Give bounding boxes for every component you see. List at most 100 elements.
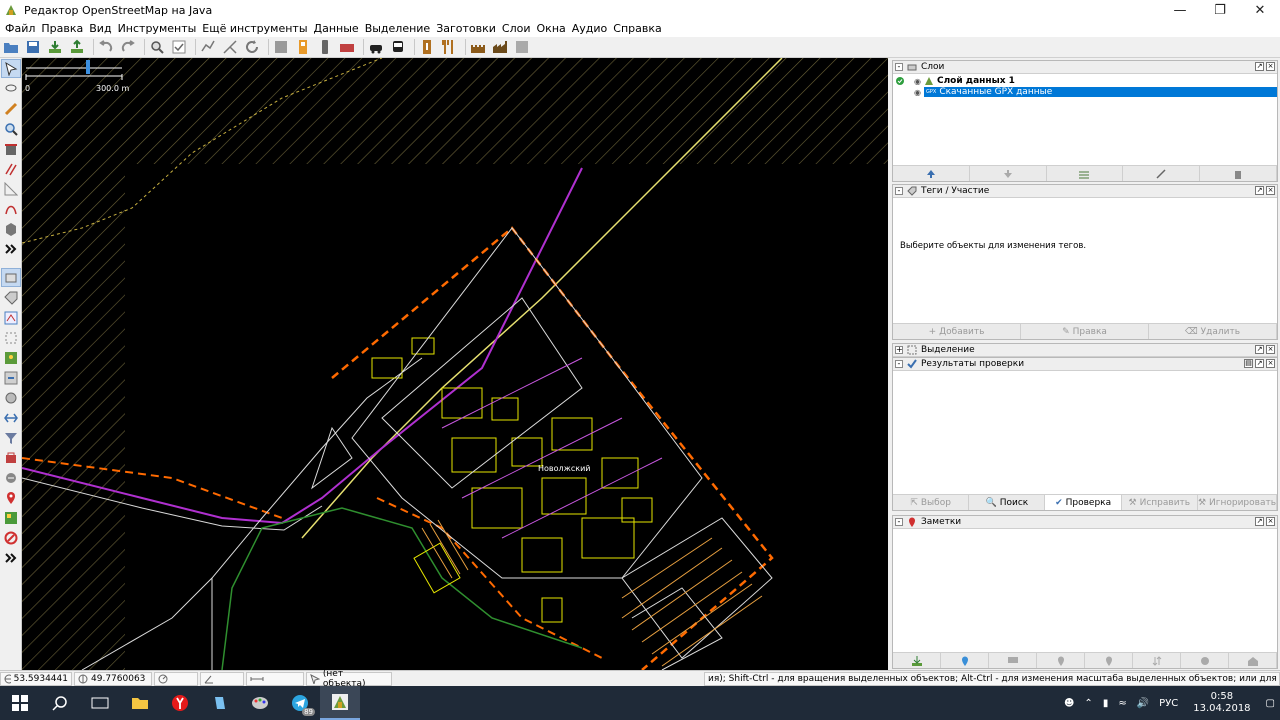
detach-button[interactable]: ↗	[1255, 186, 1264, 195]
sort-notes-button[interactable]	[1133, 653, 1181, 668]
expand-toggle[interactable]: +	[895, 346, 903, 354]
search-taskbar-button[interactable]	[40, 686, 80, 720]
new-note-button[interactable]	[941, 653, 989, 668]
validate-button[interactable]: ✔ Проверка	[1045, 495, 1122, 510]
more-tools-icon[interactable]	[1, 239, 21, 258]
lasso-mode-icon[interactable]	[1, 79, 21, 98]
close-panel-button[interactable]: ×	[1266, 359, 1275, 368]
merge-layers-button[interactable]	[1047, 166, 1124, 181]
preset-food-icon[interactable]	[440, 38, 458, 56]
layer-settings-button[interactable]	[1123, 166, 1201, 181]
close-button[interactable]: ✕	[1240, 0, 1280, 20]
save-icon[interactable]	[24, 38, 42, 56]
toggle-history-icon[interactable]	[1, 408, 21, 427]
start-button[interactable]	[0, 686, 40, 720]
delete-layer-button[interactable]	[1200, 166, 1277, 181]
search-icon[interactable]	[148, 38, 166, 56]
notifications-icon[interactable]: ▢	[1266, 698, 1275, 709]
measure-icon[interactable]	[1, 179, 21, 198]
tray-chevron-icon[interactable]: ⌃	[1084, 698, 1092, 709]
close-panel-button[interactable]: ×	[1266, 345, 1275, 354]
detach-button[interactable]: ↗	[1255, 345, 1264, 354]
settings-button[interactable]: ▤	[1244, 359, 1253, 368]
delete-mode-icon[interactable]	[1, 139, 21, 158]
telegram-taskbar-button[interactable]: 89	[280, 686, 320, 720]
undo-icon[interactable]	[97, 38, 115, 56]
split-way-icon[interactable]	[221, 38, 239, 56]
language-indicator[interactable]: РУС	[1159, 698, 1178, 709]
close-note-button[interactable]	[1037, 653, 1085, 668]
toggle-tags-icon[interactable]	[1, 288, 21, 307]
minimize-button[interactable]: —	[1160, 0, 1200, 20]
menu-edit[interactable]: Правка	[38, 22, 86, 35]
collapse-toggle[interactable]: -	[895, 360, 903, 368]
toggle-commands-icon[interactable]	[1, 368, 21, 387]
toggle-conflict-icon[interactable]	[1, 388, 21, 407]
toggle-notes-icon[interactable]	[1, 488, 21, 507]
simplify-way-icon[interactable]	[199, 38, 217, 56]
toggle-imagery-icon[interactable]	[1, 508, 21, 527]
explorer-taskbar-button[interactable]	[120, 686, 160, 720]
reopen-note-button[interactable]	[1085, 653, 1133, 668]
close-panel-button[interactable]: ×	[1266, 517, 1275, 526]
detach-button[interactable]: ↗	[1255, 517, 1264, 526]
collapse-toggle[interactable]: -	[895, 63, 903, 71]
select-button[interactable]: ⇱ Выбор	[893, 495, 970, 510]
menu-data[interactable]: Данные	[311, 22, 362, 35]
paint-taskbar-button[interactable]	[240, 686, 280, 720]
delete-tag-button[interactable]: ⌫ Удалить	[1149, 324, 1277, 339]
open-file-icon[interactable]	[2, 38, 20, 56]
detach-button[interactable]: ↗	[1255, 62, 1264, 71]
extrude-icon[interactable]	[1, 219, 21, 238]
layer-row-gpx[interactable]: ◉ GPX Скачанные GPX данные	[893, 87, 1277, 97]
upload-icon[interactable]	[68, 38, 86, 56]
ignore-button[interactable]: ⚒ Игнорировать	[1198, 495, 1278, 510]
map-canvas[interactable]	[22, 58, 888, 670]
preset-industrial-icon[interactable]	[491, 38, 509, 56]
menu-windows[interactable]: Окна	[534, 22, 569, 35]
refresh-icon[interactable]	[243, 38, 261, 56]
toggle-minimap-icon[interactable]	[1, 468, 21, 487]
move-up-button[interactable]	[893, 166, 970, 181]
volume-icon[interactable]: 🔊	[1137, 698, 1149, 709]
preset-door-icon[interactable]	[294, 38, 312, 56]
parallel-mode-icon[interactable]	[1, 159, 21, 178]
close-panel-button[interactable]: ×	[1266, 62, 1275, 71]
toggle-mapillary-icon[interactable]	[1, 528, 21, 547]
zoom-mode-icon[interactable]	[1, 119, 21, 138]
notepad-taskbar-button[interactable]	[200, 686, 240, 720]
download-notes-button[interactable]	[893, 653, 941, 668]
preset-wall-icon[interactable]	[338, 38, 356, 56]
preset-info-icon[interactable]	[418, 38, 436, 56]
layer-row-data[interactable]: ◉ Слой данных 1	[893, 76, 1277, 86]
preset-building-icon[interactable]	[272, 38, 290, 56]
close-panel-button[interactable]: ×	[1266, 186, 1275, 195]
task-view-button[interactable]	[80, 686, 120, 720]
edit-tag-button[interactable]: ✎ Правка	[1021, 324, 1149, 339]
lookup-button[interactable]: 🔍 Поиск	[969, 495, 1046, 510]
preset-phone-icon[interactable]	[316, 38, 334, 56]
selection-dialog-header[interactable]: + Выделение ↗ ×	[893, 344, 1277, 357]
preset-castle-icon[interactable]	[469, 38, 487, 56]
menu-tools[interactable]: Инструменты	[115, 22, 200, 35]
toggle-changesets-icon[interactable]	[1, 448, 21, 467]
download-icon[interactable]	[46, 38, 64, 56]
collapse-toggle[interactable]: -	[895, 518, 903, 526]
preset-misc-icon[interactable]	[513, 38, 531, 56]
menu-audio[interactable]: Аудио	[569, 22, 611, 35]
toggle-layers-icon[interactable]	[1, 268, 21, 287]
toggle-relations-icon[interactable]	[1, 308, 21, 327]
menu-presets[interactable]: Заготовки	[433, 22, 499, 35]
fix-button[interactable]: ⚒ Исправить	[1122, 495, 1198, 510]
redo-icon[interactable]	[119, 38, 137, 56]
add-tag-button[interactable]: + Добавить	[893, 324, 1021, 339]
move-down-button[interactable]	[970, 166, 1047, 181]
josm-taskbar-button[interactable]	[320, 686, 360, 720]
eye-icon[interactable]: ◉	[914, 88, 921, 97]
select-mode-icon[interactable]	[1, 59, 21, 78]
eye-icon[interactable]: ◉	[914, 77, 921, 86]
detach-button[interactable]: ↗	[1255, 359, 1264, 368]
collapse-toggle[interactable]: -	[895, 187, 903, 195]
more-panels-icon[interactable]	[1, 548, 21, 567]
preset-bus-icon[interactable]	[389, 38, 407, 56]
